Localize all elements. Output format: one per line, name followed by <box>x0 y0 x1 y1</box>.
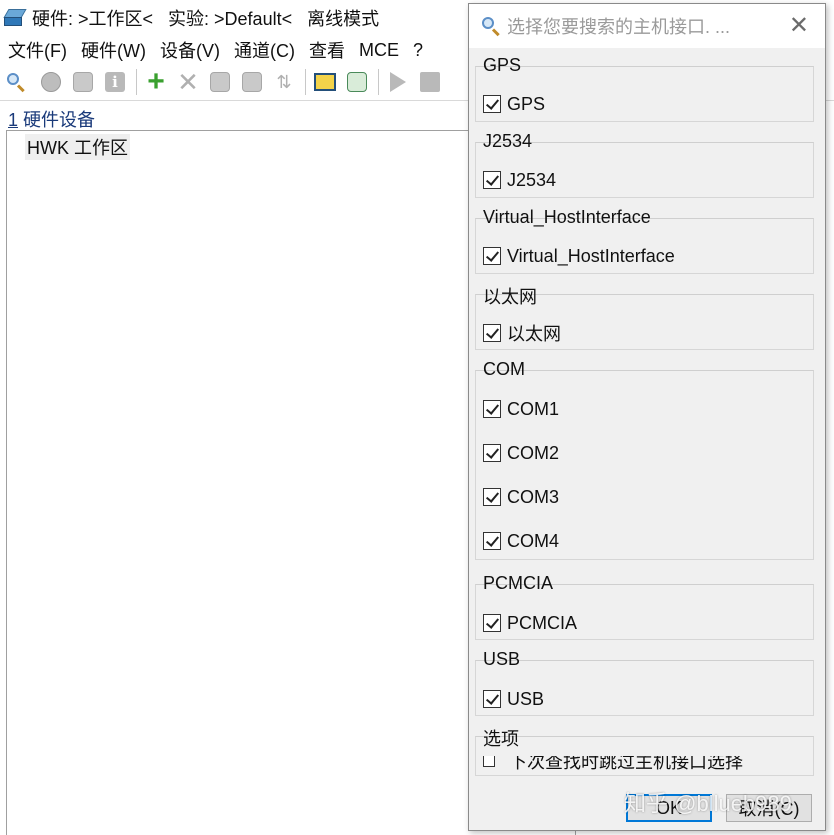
toolbar-stop-button[interactable] <box>417 69 443 95</box>
sort-icon: ⇅ <box>276 71 292 92</box>
checkbox-box[interactable] <box>483 247 501 265</box>
checkbox-label: USB <box>507 688 545 709</box>
checkbox-label: COM4 <box>507 530 560 551</box>
toolbar-power-button[interactable] <box>38 69 64 95</box>
checkbox-label: 以太网 <box>507 324 561 344</box>
checkbox-label: J2534 <box>507 169 557 190</box>
checkbox-box[interactable] <box>483 488 501 506</box>
hardware-panel-number: 1 <box>8 110 19 130</box>
delete-icon: ✕ <box>177 67 199 97</box>
search-input[interactable]: 选择您要搜索的主机接口. ... <box>507 13 730 39</box>
toolbar-separator <box>136 69 137 95</box>
checkbox-ethernet[interactable]: 以太网 <box>483 321 561 345</box>
checkbox-box[interactable] <box>483 444 501 462</box>
toolbar-chip-button[interactable] <box>239 69 265 95</box>
checkbox-j2534[interactable]: J2534 <box>483 168 556 192</box>
search-icon <box>6 72 26 93</box>
monitor-icon <box>314 73 336 91</box>
toolbar-separator <box>305 69 306 95</box>
checkbox-com1[interactable]: COM1 <box>483 397 559 421</box>
group-title-gps: GPS <box>483 55 522 75</box>
checkbox-label: COM1 <box>507 398 560 419</box>
checkbox-virtual-host[interactable]: Virtual_HostInterface <box>483 244 675 268</box>
menu-hardware[interactable]: 硬件(W) <box>81 37 146 63</box>
checkbox-box[interactable] <box>483 690 501 708</box>
transfer-icon <box>73 72 93 92</box>
play-icon <box>390 72 406 92</box>
checkbox-pcmcia[interactable]: PCMCIA <box>483 611 577 635</box>
group-title-com: COM <box>483 359 525 379</box>
menu-help[interactable]: ? <box>413 40 423 61</box>
checkbox-box[interactable] <box>483 324 501 342</box>
checkbox-box[interactable] <box>483 532 501 550</box>
package-icon <box>210 72 230 92</box>
checkbox-com4[interactable]: COM4 <box>483 529 559 553</box>
toolbar-delete-button[interactable]: ✕ <box>175 69 201 95</box>
add-icon: + <box>147 65 165 98</box>
group-title-options: 选项 <box>483 729 519 749</box>
checkbox-label: GPS <box>507 93 546 114</box>
group-title-pcmcia: PCMCIA <box>483 573 554 593</box>
tree-node-workspace[interactable]: HWK 工作区 <box>25 134 130 160</box>
checkbox-com2[interactable]: COM2 <box>483 441 559 465</box>
checkbox-label: PCMCIA <box>507 612 578 633</box>
hardware-panel-header: 1 硬件设备 <box>8 106 95 132</box>
checkbox-box[interactable] <box>483 614 501 632</box>
checkbox-label: COM2 <box>507 442 560 463</box>
checkbox-label: COM3 <box>507 486 560 507</box>
toolbar-play-button[interactable] <box>385 69 411 95</box>
checkbox-box[interactable] <box>483 400 501 418</box>
menu-file[interactable]: 文件(F) <box>8 37 67 63</box>
checkbox-gps[interactable]: GPS <box>483 92 545 116</box>
options-scroll-area: 下次查找时跳过主机接口选择 <box>483 756 803 770</box>
group-title-ethernet: 以太网 <box>483 287 537 307</box>
toolbar-transfer-button[interactable] <box>70 69 96 95</box>
menu-mce[interactable]: MCE <box>359 40 399 61</box>
menu-channel[interactable]: 通道(C) <box>234 37 295 63</box>
menu-view[interactable]: 查看 <box>309 37 345 63</box>
stop-icon <box>420 72 440 92</box>
search-icon <box>481 16 501 37</box>
toolbar-monitor-button[interactable] <box>312 69 338 95</box>
search-bar[interactable]: 选择您要搜索的主机接口. ... ✕ <box>469 4 825 48</box>
app-cube-icon <box>3 9 27 27</box>
menubar: 文件(F) 硬件(W) 设备(V) 通道(C) 查看 MCE ? <box>0 36 437 64</box>
checkbox-label: 下次查找时跳过主机接口选择 <box>509 756 743 770</box>
checkbox-box[interactable] <box>483 95 501 113</box>
hardware-panel-title: 硬件设备 <box>18 110 96 130</box>
toolbar-separator <box>378 69 379 95</box>
toolbar-add-button[interactable]: + <box>143 65 169 98</box>
group-title-j2534: J2534 <box>483 131 533 151</box>
toolbar-search-button[interactable] <box>6 69 32 95</box>
checkbox-label: Virtual_HostInterface <box>507 245 675 266</box>
power-icon <box>41 72 61 92</box>
chip-icon <box>242 72 262 92</box>
menu-device[interactable]: 设备(V) <box>160 37 220 63</box>
window-title: 硬件: >工作区< 实验: >Default< 离线模式 <box>32 9 380 29</box>
watermark: 知乎 @bllueb989 <box>624 791 792 816</box>
network-icon <box>347 72 367 92</box>
toolbar-info-button[interactable]: i <box>102 69 128 95</box>
checkbox-skip-selection[interactable] <box>483 756 495 767</box>
checkbox-box[interactable] <box>483 171 501 189</box>
group-title-virtual-host: Virtual_HostInterface <box>483 207 651 227</box>
group-title-usb: USB <box>483 649 521 669</box>
toolbar-package-button[interactable] <box>207 69 233 95</box>
info-icon: i <box>105 72 125 92</box>
close-icon[interactable]: ✕ <box>789 14 809 38</box>
checkbox-usb[interactable]: USB <box>483 687 544 711</box>
toolbar-sort-button[interactable]: ⇅ <box>271 69 297 95</box>
host-interface-dialog: 选择您要搜索的主机接口. ... ✕ GPS GPS J2534 J2534 V… <box>468 3 826 831</box>
toolbar-network-button[interactable] <box>344 69 370 95</box>
checkbox-com3[interactable]: COM3 <box>483 485 559 509</box>
